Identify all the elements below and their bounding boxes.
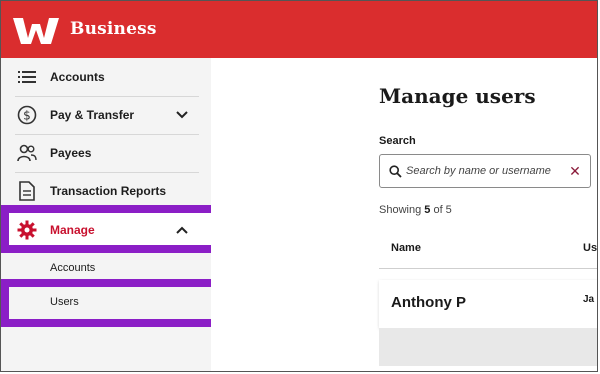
user-username: Ja: [583, 294, 595, 305]
column-header-username[interactable]: Us: [583, 242, 597, 254]
search-input[interactable]: [406, 162, 564, 180]
results-count: Showing 5 of 5: [379, 204, 452, 216]
showing-suffix: of 5: [433, 204, 452, 216]
sidebar-item-label: Manage: [50, 223, 95, 237]
document-icon: [17, 181, 37, 201]
search-field[interactable]: ✕: [379, 154, 591, 188]
showing-prefix: Showing: [379, 204, 422, 216]
column-header-name[interactable]: Name: [391, 242, 421, 254]
sidebar-subitem-label: Accounts: [50, 262, 96, 274]
app-window: Business Accounts $ Pay & Transfer Payee…: [0, 0, 598, 372]
close-icon[interactable]: ✕: [568, 162, 582, 180]
search-label: Search: [379, 135, 416, 147]
table-row[interactable]: Anthony P Ja: [379, 280, 597, 328]
svg-text:$: $: [23, 109, 31, 123]
gear-icon: [17, 220, 37, 240]
user-name: Anthony P: [391, 294, 466, 311]
chevron-up-icon[interactable]: [175, 225, 189, 235]
sidebar-item-label: Transaction Reports: [50, 184, 167, 198]
page-title: Manage users: [379, 84, 536, 108]
list-icon: [17, 67, 37, 87]
sidebar-item-transaction-reports[interactable]: Transaction Reports: [1, 172, 211, 210]
brand-name: Business: [70, 19, 157, 39]
search-icon: [389, 165, 402, 178]
sidebar-subitem-users[interactable]: Users: [1, 288, 211, 316]
people-icon: [17, 143, 37, 163]
chevron-down-icon[interactable]: [175, 110, 189, 120]
sidebar-item-label: Accounts: [50, 70, 105, 84]
brand-logo-icon[interactable]: [13, 18, 59, 44]
sidebar-item-label: Pay & Transfer: [50, 108, 135, 122]
main-content: Manage users Search ✕ Showing 5 of 5 Nam…: [211, 58, 597, 371]
sidebar-subitem-label: Users: [50, 296, 79, 308]
dollar-circle-icon: $: [17, 105, 37, 125]
table-row[interactable]: [379, 328, 597, 366]
sidebar-subitem-accounts[interactable]: Accounts: [1, 254, 211, 282]
sidebar-item-pay-transfer[interactable]: $ Pay & Transfer: [1, 96, 211, 134]
sidebar-item-manage[interactable]: Manage: [1, 210, 211, 250]
sidebar: Accounts $ Pay & Transfer Payees Transac…: [1, 58, 221, 371]
sidebar-item-payees[interactable]: Payees: [1, 134, 211, 172]
table-header-divider: [379, 268, 597, 269]
sidebar-item-label: Payees: [50, 146, 92, 160]
sidebar-item-accounts[interactable]: Accounts: [1, 58, 211, 96]
showing-count: 5: [424, 204, 431, 216]
top-header: Business: [1, 1, 597, 58]
